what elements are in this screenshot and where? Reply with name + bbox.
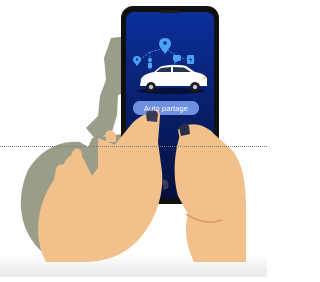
auto-partage-button-label[interactable]: Auto partage [133, 101, 199, 115]
phone-speaker [160, 10, 180, 13]
carsharing-illustration: Auto partage [0, 0, 267, 277]
person-icon [148, 58, 152, 69]
ev-charging-icon [187, 55, 194, 64]
illustration-canvas [0, 6, 267, 277]
holding-hand [174, 123, 246, 262]
thumb-nail [179, 123, 190, 136]
dotted-divider-line [0, 146, 267, 147]
